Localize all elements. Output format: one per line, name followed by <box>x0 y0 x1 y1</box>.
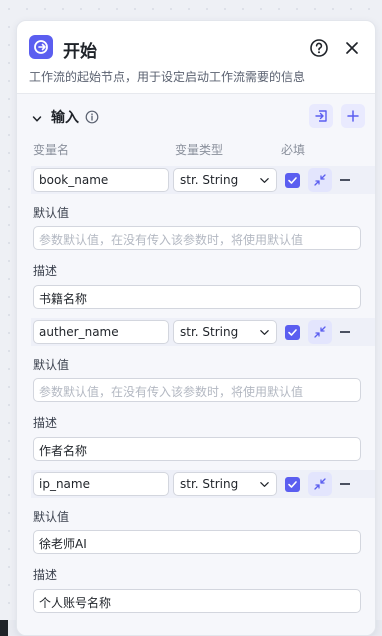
param-row: ip_name str. String <box>31 470 375 498</box>
import-variables-button[interactable] <box>309 104 333 128</box>
variable-type-select[interactable]: str. String <box>173 320 277 344</box>
check-icon <box>288 481 297 488</box>
variable-type-select[interactable]: str. String <box>173 472 277 496</box>
panel-title: 开始 <box>63 42 97 62</box>
remove-param-icon[interactable] <box>340 179 350 181</box>
column-header-name: 变量名 <box>33 143 70 157</box>
param-row: auther_name str. String <box>31 318 375 346</box>
param-row: book_name str. String <box>31 166 375 194</box>
variable-type-value: str. String <box>180 173 239 187</box>
canvas-edge-marker <box>0 620 8 636</box>
info-icon[interactable] <box>85 109 99 124</box>
default-value-label: 默认值 <box>33 358 70 372</box>
description-input[interactable]: 书籍名称 <box>33 285 361 309</box>
collapse-arrows-icon <box>314 326 326 338</box>
inputs-section-title: 输入 <box>51 110 79 126</box>
remove-param-icon[interactable] <box>340 331 350 333</box>
remove-param-icon[interactable] <box>340 483 350 485</box>
variable-type-value: str. String <box>180 325 239 339</box>
plus-icon <box>347 110 359 122</box>
inputs-section: 输入 变量名 变量类型 必填 book_name str. String 默认值… <box>17 94 375 635</box>
variable-name-input[interactable]: ip_name <box>33 472 169 496</box>
collapse-arrows-icon <box>314 478 326 490</box>
column-header-required: 必填 <box>281 143 306 157</box>
variable-type-value: str. String <box>180 477 239 491</box>
workflow-start-icon <box>29 35 53 59</box>
variable-name-input[interactable]: auther_name <box>33 320 169 344</box>
import-icon <box>315 110 327 122</box>
check-icon <box>288 329 297 336</box>
chevron-down-icon <box>260 482 269 487</box>
chevron-down-icon <box>260 178 269 183</box>
panel-subtitle: 工作流的起始节点，用于设定启动工作流需要的信息 <box>29 70 306 84</box>
description-label: 描述 <box>33 264 58 278</box>
chevron-down-icon[interactable] <box>31 110 43 122</box>
start-node-panel: 开始 工作流的起始节点，用于设定启动工作流需要的信息 输入 变量名 变量类型 必… <box>16 20 376 636</box>
default-value-input[interactable]: 参数默认值，在没有传入该参数时，将使用默认值 <box>33 226 361 250</box>
required-checkbox[interactable] <box>285 173 300 188</box>
chevron-down-icon <box>260 330 269 335</box>
collapse-param-button[interactable] <box>308 168 332 192</box>
collapse-param-button[interactable] <box>308 320 332 344</box>
required-checkbox[interactable] <box>285 325 300 340</box>
inputs-section-header: 输入 <box>29 104 365 128</box>
collapse-param-button[interactable] <box>308 472 332 496</box>
panel-header: 开始 <box>29 35 363 62</box>
description-label: 描述 <box>33 568 58 582</box>
collapse-arrows-icon <box>314 174 326 186</box>
description-label: 描述 <box>33 416 58 430</box>
check-icon <box>288 177 297 184</box>
default-value-label: 默认值 <box>33 206 70 220</box>
column-header-type: 变量类型 <box>175 143 224 157</box>
default-value-input[interactable]: 参数默认值，在没有传入该参数时，将使用默认值 <box>33 378 361 402</box>
variable-name-input[interactable]: book_name <box>33 168 169 192</box>
help-circle-icon[interactable] <box>309 38 329 58</box>
variable-type-select[interactable]: str. String <box>173 168 277 192</box>
close-icon[interactable] <box>343 39 361 57</box>
required-checkbox[interactable] <box>285 477 300 492</box>
add-variable-button[interactable] <box>341 104 365 128</box>
default-value-input[interactable]: 徐老师AI <box>33 530 361 554</box>
description-input[interactable]: 作者名称 <box>33 437 361 461</box>
description-input[interactable]: 个人账号名称 <box>33 589 361 613</box>
default-value-label: 默认值 <box>33 510 70 524</box>
